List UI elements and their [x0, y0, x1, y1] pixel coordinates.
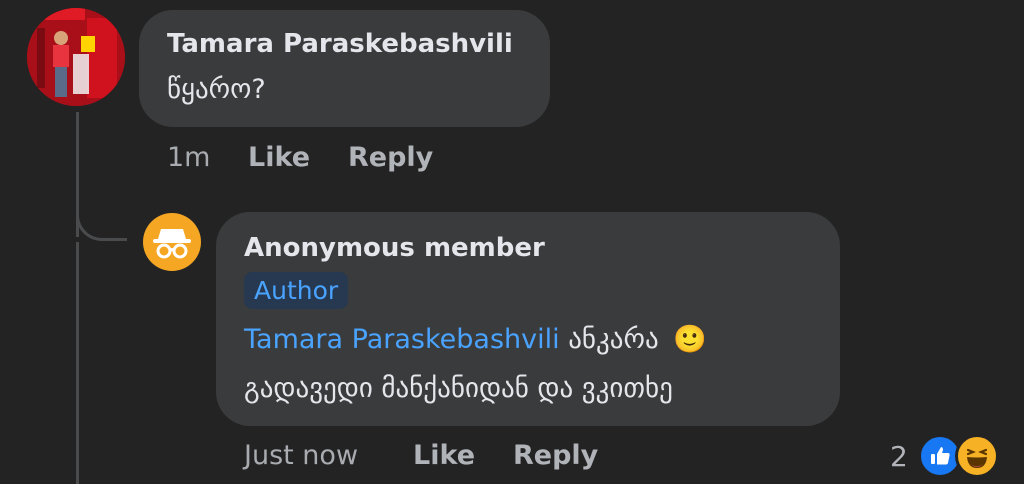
- haha-icon[interactable]: [955, 434, 999, 478]
- reaction-count[interactable]: 2: [890, 440, 908, 473]
- comment-like-button[interactable]: Like: [248, 142, 310, 173]
- mention-link[interactable]: Tamara Paraskebashvili: [244, 324, 560, 355]
- reply-author-name[interactable]: Anonymous member: [244, 233, 545, 263]
- author-badge: Author: [244, 272, 349, 309]
- reply-text-line-2: გადავედი მანქანიდან და ვკითხე: [244, 373, 673, 404]
- comment-timestamp[interactable]: 1m: [167, 142, 210, 173]
- thread-line-continuation: [76, 242, 79, 484]
- reply-like-button[interactable]: Like: [413, 440, 475, 471]
- anonymous-avatar[interactable]: [143, 213, 201, 271]
- thread-branch-connector: [76, 170, 127, 241]
- reply-text-line-1: Tamara Paraskebashvili ანკარა 🙂: [244, 323, 707, 355]
- like-label: Like: [248, 142, 311, 173]
- reply-reply-button[interactable]: Reply: [513, 440, 598, 471]
- incognito-icon: [153, 229, 191, 259]
- reply-label: Reply: [348, 142, 434, 173]
- comment-actions: 1m: [167, 142, 210, 173]
- like-label: Like: [413, 440, 476, 471]
- laughing-face-icon: [966, 448, 988, 468]
- comment-bubble: [139, 10, 550, 127]
- reply-timestamp-wrap: Just now: [244, 440, 358, 471]
- comment-text: წყარო?: [167, 74, 266, 105]
- reply-text-segment: ანკარა: [568, 324, 659, 355]
- comment-reply-button[interactable]: Reply: [348, 142, 433, 173]
- avatar[interactable]: [27, 8, 125, 106]
- reply-label: Reply: [513, 440, 599, 471]
- avatar-photo: [27, 8, 125, 106]
- slightly-smiling-emoji: 🙂: [673, 324, 707, 355]
- thumbs-up-icon: [931, 447, 950, 465]
- reply-timestamp[interactable]: Just now: [244, 440, 358, 471]
- comment-author-name[interactable]: Tamara Paraskebashvili: [167, 29, 513, 59]
